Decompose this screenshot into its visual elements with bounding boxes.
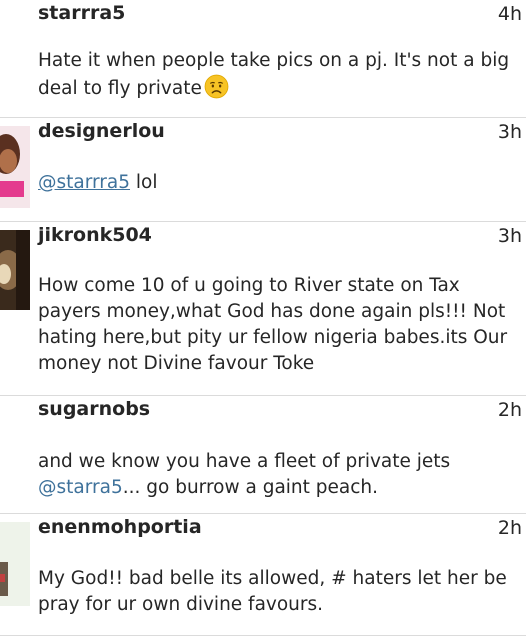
comment-timestamp: 4h — [497, 3, 522, 25]
comment-username[interactable]: designerlou — [38, 120, 165, 142]
mention-link[interactable]: @starra5 — [38, 477, 123, 498]
comment-timestamp: 3h — [497, 225, 522, 247]
user-photo-icon — [0, 126, 30, 208]
comment-text: and we know you have a fleet of private … — [38, 449, 518, 501]
comment-username[interactable]: jikronk504 — [38, 224, 152, 246]
comment-text: How come 10 of u going to River state on… — [38, 275, 508, 374]
comment-text-line: deal to fly private — [38, 74, 518, 102]
user-photo-icon — [0, 230, 30, 310]
comment-text: My God!! bad belle its allowed, # haters… — [38, 568, 507, 615]
avatar[interactable] — [0, 126, 30, 208]
avatar[interactable] — [0, 522, 30, 606]
comment-item: sugarnobs 2h and we know you have a flee… — [0, 396, 526, 514]
comment-text: Hate it when people take pics on a pj. I… — [38, 48, 518, 102]
comment-item: jikronk504 3h How come 10 of u going to … — [0, 222, 526, 396]
user-photo-icon — [0, 522, 30, 606]
comment-item: enenmohportia 2h My God!! bad belle its … — [0, 514, 526, 636]
comment-text-line: and we know you have a fleet of private … — [38, 451, 451, 472]
comment-text-line: Hate it when people take pics on a pj. I… — [38, 50, 510, 71]
comment-timestamp: 2h — [497, 517, 522, 539]
comment-text: @starrra5 lol — [38, 170, 518, 196]
comment-timestamp: 2h — [497, 399, 522, 421]
comment-username[interactable]: enenmohportia — [38, 516, 202, 538]
comment-text-fragment: ... go burrow a gaint peach. — [122, 477, 379, 498]
comment-item: designerlou 3h @starrra5 lol — [0, 118, 526, 222]
comment-timestamp: 3h — [497, 121, 522, 143]
comment-text-fragment: lol — [130, 172, 158, 193]
comment-item: starrra5 4h Hate it when people take pic… — [0, 0, 526, 118]
avatar[interactable] — [0, 230, 30, 310]
mention-link[interactable]: @starrra5 — [38, 172, 130, 193]
comment-username[interactable]: starrra5 — [38, 2, 125, 24]
comment-username[interactable]: sugarnobs — [38, 398, 150, 420]
comment-text-fragment: deal to fly private — [38, 78, 202, 99]
comment-text-line: @starra5... go burrow a gaint peach. — [38, 475, 518, 501]
frowning-face-emoji-icon — [204, 74, 229, 99]
